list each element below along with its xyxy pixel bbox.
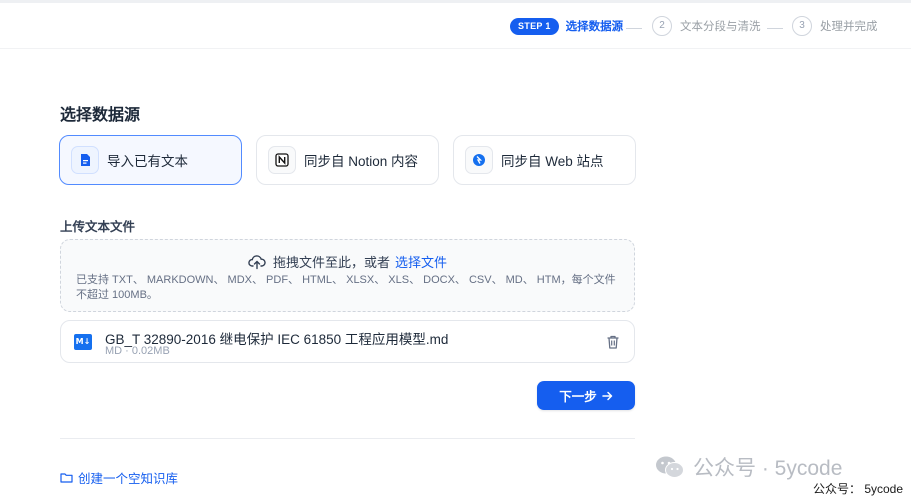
divider [60,438,635,439]
step-1-badge: STEP 1 [510,17,559,35]
step-1: STEP 1 选择数据源 [510,16,623,36]
uploaded-file-item[interactable]: M↓ GB_T 32890-2016 继电保护 IEC 61850 工程应用模型… [60,320,635,363]
create-empty-knowledge-link[interactable]: 创建一个空知识库 [60,468,178,487]
web-icon [465,146,493,174]
trash-icon[interactable] [605,334,621,350]
cloud-upload-icon [248,254,266,269]
step-2: 2 文本分段与清洗 [652,16,761,36]
step-separator [626,28,642,29]
dropzone-drag-text: 拖拽文件至此，或者 [272,255,390,270]
step-2-number: 2 [652,16,672,36]
step-3-number: 3 [792,16,812,36]
wechat-icon [656,456,684,478]
watermark-text: 公众号 · 5ycode [693,457,843,480]
folder-icon [60,473,73,483]
step-2-label: 文本分段与清洗 [680,21,761,33]
section-title: 选择数据源 [60,107,141,124]
step-separator [767,28,783,29]
arrow-right-icon [602,391,612,400]
source-option-label: 同步自 Notion 内容 [304,154,419,169]
source-option-label: 导入已有文本 [107,154,188,169]
watermark: 公众号 · 5ycode [655,452,842,482]
dropzone-prompt: 拖拽文件至此，或者 选择文件 [61,252,634,271]
step-indicator: STEP 1 选择数据源 2 文本分段与清洗 3 处理并完成 [0,3,911,49]
choose-file-link[interactable]: 选择文件 [395,252,447,271]
source-option-label: 同步自 Web 站点 [501,154,604,169]
next-step-button[interactable]: 下一步 [537,381,635,410]
next-step-label: 下一步 [559,390,597,404]
source-option-import-text[interactable]: 导入已有文本 [59,135,242,185]
supported-formats-hint: 已支持 TXT、 MARKDOWN、 MDX、 PDF、 HTML、 XLSX、… [76,274,616,301]
upload-section-title: 上传文本文件 [60,220,136,234]
markdown-file-icon: M↓ [74,334,92,350]
source-option-web[interactable]: 同步自 Web 站点 [453,135,636,185]
document-icon [71,146,99,174]
notion-icon [268,146,296,174]
step-3-label: 处理并完成 [820,21,878,33]
file-meta: MD · 0.02MB [105,345,170,357]
create-empty-knowledge-label: 创建一个空知识库 [78,472,179,486]
file-dropzone[interactable]: 拖拽文件至此，或者 选择文件 已支持 TXT、 MARKDOWN、 MDX、 P… [60,239,635,312]
source-option-notion[interactable]: 同步自 Notion 内容 [256,135,439,185]
step-1-label: 选择数据源 [565,21,624,33]
watermark-caption: 公众号： 5ycode [810,480,907,497]
step-3: 3 处理并完成 [792,16,878,36]
